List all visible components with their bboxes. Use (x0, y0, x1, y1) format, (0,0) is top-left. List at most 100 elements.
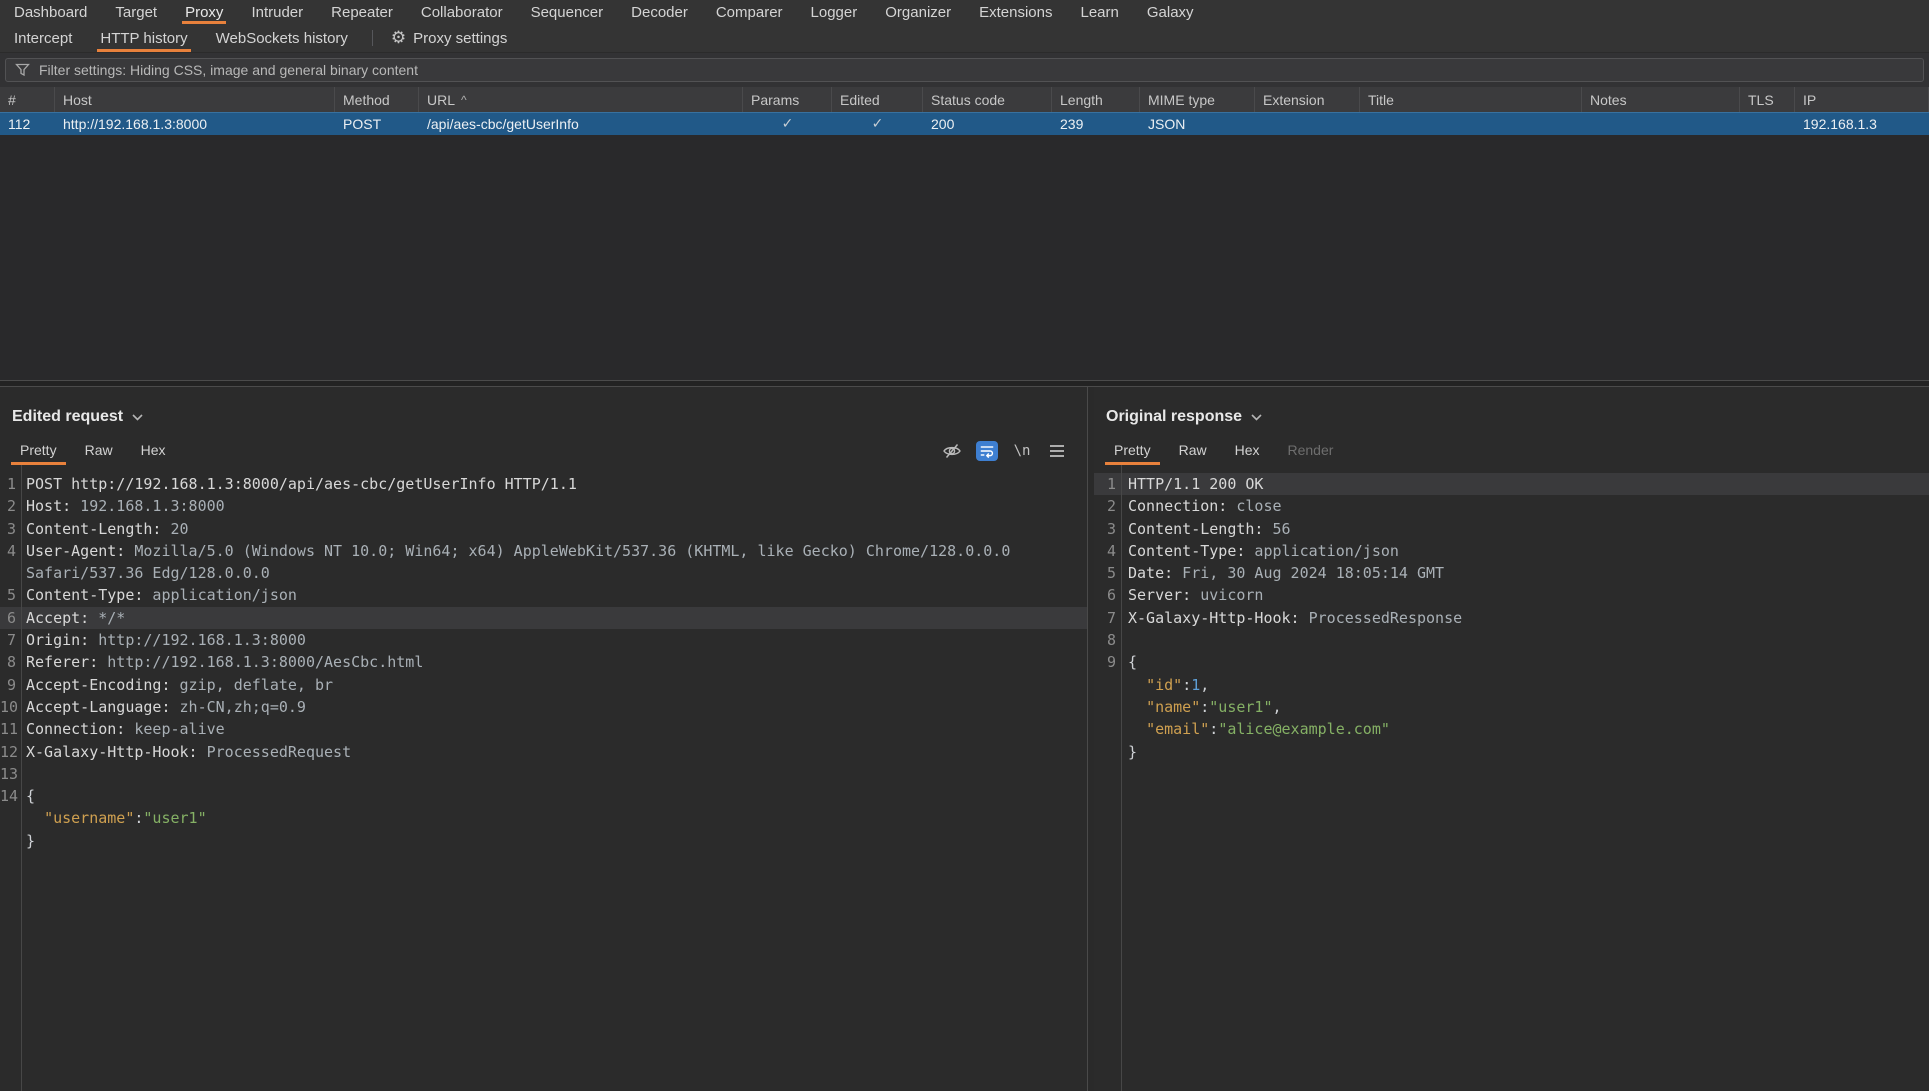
line-number: 7 (1106, 608, 1116, 627)
request-tab-pretty[interactable]: Pretty (11, 435, 66, 465)
proxy-settings-button[interactable]: ⚙ Proxy settings (383, 24, 515, 52)
line-content (19, 763, 1087, 785)
response-tab-render: Render (1287, 442, 1334, 458)
code-segment-val: Safari/537.36 Edg/128.0.0.0 (26, 564, 270, 583)
code-segment-val: 56 (1263, 519, 1291, 538)
horizontal-splitter[interactable] (0, 380, 1929, 387)
column-header-tls[interactable]: TLS (1740, 87, 1795, 112)
line-number: 2 (1106, 497, 1116, 516)
filter-settings-text: Filter settings: Hiding CSS, image and g… (39, 62, 418, 78)
menu-item-sequencer[interactable]: Sequencer (517, 0, 618, 24)
code-segment-name: HTTP/1.1 200 OK (1128, 475, 1264, 493)
subtab-intercept[interactable]: Intercept (0, 24, 86, 52)
code-segment-name: Content-Length: (1128, 519, 1264, 538)
menu-item-decoder[interactable]: Decoder (617, 0, 702, 24)
menu-item-target[interactable]: Target (101, 0, 171, 24)
code-segment-val: gzip, deflate, br (170, 675, 334, 694)
menu-item-dashboard[interactable]: Dashboard (0, 0, 101, 24)
line-number: 9 (1106, 653, 1116, 672)
request-tab-raw[interactable]: Raw (76, 435, 122, 465)
column-label: URL (427, 91, 456, 108)
code-segment-name: Accept: (26, 608, 90, 627)
request-editor[interactable]: 1 POST http://192.168.1.3:8000/api/aes-cb… (0, 465, 1087, 1091)
column-header-extension[interactable]: Extension (1255, 87, 1360, 112)
code-segment-val: http://192.168.1.3:8000/AesCbc.html (98, 653, 424, 672)
menu-item-learn[interactable]: Learn (1066, 0, 1132, 24)
editor-line: 6 Accept: */* (0, 606, 1087, 630)
newline-toggle-icon[interactable]: \n (1011, 441, 1033, 461)
code-segment-key: "email" (1146, 720, 1210, 739)
chevron-down-icon[interactable] (132, 413, 143, 421)
proxy-settings-label: Proxy settings (413, 29, 508, 47)
menu-item-collaborator[interactable]: Collaborator (407, 0, 517, 24)
request-tab-hex[interactable]: Hex (132, 435, 175, 465)
editor-line: 5 Date: Fri, 30 Aug 2024 18:05:14 GMT (1094, 562, 1929, 584)
subtab-http-history[interactable]: HTTP history (86, 24, 201, 52)
history-table-empty-area[interactable] (0, 135, 1929, 380)
editor-line: 5 Content-Type: application/json (0, 584, 1087, 606)
column-header-edited[interactable]: Edited (832, 87, 923, 112)
column-header-mime-type[interactable]: MIME type (1140, 87, 1255, 112)
line-content: Server: uvicorn (1121, 584, 1929, 606)
column-header-method[interactable]: Method (335, 87, 419, 112)
column-header-params[interactable]: Params (743, 87, 832, 112)
column-label: Notes (1590, 91, 1627, 108)
code-segment-plain (26, 809, 44, 827)
column-header-host[interactable]: Host (55, 87, 335, 112)
row-cell-ip: 192.168.1.3 (1795, 113, 1929, 135)
menu-item-intruder[interactable]: Intruder (237, 0, 317, 24)
code-segment-val: Mozilla/5.0 (Windows NT 10.0; Win64; x64… (125, 541, 1011, 560)
subtab-websockets-history[interactable]: WebSockets history (202, 24, 362, 52)
editor-menu-icon[interactable] (1046, 441, 1068, 461)
line-number: 1 (6, 475, 16, 493)
editor-line: 1 POST http://192.168.1.3:8000/api/aes-cb… (0, 473, 1087, 495)
line-content: Accept: */* (19, 607, 1087, 629)
line-content: Content-Type: application/json (1121, 540, 1929, 562)
column-header-url[interactable]: URL ^ (419, 87, 743, 112)
menu-item-logger[interactable]: Logger (797, 0, 872, 24)
editor-line: 9 Accept-Encoding: gzip, deflate, br (0, 674, 1087, 696)
word-wrap-icon[interactable] (976, 441, 998, 461)
response-tab-hex[interactable]: Hex (1226, 435, 1269, 465)
column-header-status-code[interactable]: Status code (923, 87, 1052, 112)
chevron-down-icon[interactable] (1251, 413, 1262, 421)
code-segment-val: application/json (143, 586, 297, 605)
menu-item-proxy[interactable]: Proxy (171, 0, 237, 24)
menu-item-galaxy[interactable]: Galaxy (1133, 0, 1208, 24)
code-segment-plain (1128, 698, 1146, 716)
hide-eye-icon[interactable] (941, 441, 963, 461)
filter-settings-bar[interactable]: Filter settings: Hiding CSS, image and g… (5, 58, 1924, 82)
editor-line: 6 Server: uvicorn (1094, 584, 1929, 606)
code-segment-name: Content-Type: (1128, 541, 1246, 560)
line-number (0, 807, 19, 829)
history-table-row[interactable]: 112 http://192.168.1.3:8000 POST/api/aes-c… (0, 112, 1929, 135)
main-menubar: Dashboard Target Proxy Intruder Repeater Coll… (0, 0, 1929, 24)
funnel-icon (15, 63, 30, 77)
response-tabs-row: Pretty Raw Hex Render (1094, 431, 1929, 465)
column-header-num[interactable]: # (0, 87, 55, 112)
code-segment-key: "username" (44, 809, 135, 828)
menu-item-repeater[interactable]: Repeater (317, 0, 407, 24)
code-segment-plain: : (1200, 697, 1210, 716)
menu-item-comparer[interactable]: Comparer (702, 0, 797, 24)
editor-line: 7 X-Galaxy-Http-Hook: ProcessedResponse (1094, 607, 1929, 629)
response-tab-pretty[interactable]: Pretty (1105, 435, 1160, 465)
column-header-notes[interactable]: Notes (1582, 87, 1740, 112)
original-response-header[interactable]: Original response (1094, 387, 1929, 431)
editor-line: 8 Referer: http://192.168.1.3:8000/AesCbc… (0, 651, 1087, 673)
editor-line: 10 Accept-Language: zh-CN,zh;q=0.9 (0, 696, 1087, 718)
response-editor[interactable]: 1 HTTP/1.1 200 OK 2 Connection: close 3 Conte… (1094, 465, 1929, 1091)
column-header-ip[interactable]: IP (1795, 87, 1929, 112)
editor-line: 2 Connection: close (1094, 495, 1929, 517)
edited-request-header[interactable]: Edited request (0, 387, 1087, 431)
code-segment-plain (1128, 676, 1146, 694)
menu-item-extensions[interactable]: Extensions (965, 0, 1066, 24)
column-header-title[interactable]: Title (1360, 87, 1582, 112)
column-header-length[interactable]: Length (1052, 87, 1140, 112)
code-segment-val: ProcessedResponse (1299, 608, 1463, 627)
response-tab-raw[interactable]: Raw (1170, 435, 1216, 465)
line-number (1094, 674, 1121, 696)
line-content: } (1121, 741, 1929, 763)
column-label: Method (343, 91, 390, 108)
menu-item-organizer[interactable]: Organizer (871, 0, 965, 24)
